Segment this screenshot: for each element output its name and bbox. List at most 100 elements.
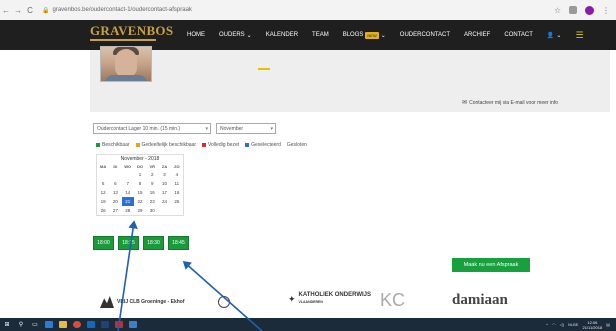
availability-legend: Beschikbaar Gedeeltelijk beschikbaar Vol… bbox=[96, 142, 307, 148]
task-view-icon[interactable]: ▭ bbox=[28, 318, 42, 331]
appointment-type-value: Oudercontact Lager 10 min. (15 min.) bbox=[97, 125, 181, 132]
legend-label: Volledig bezet bbox=[208, 142, 240, 148]
edge-icon[interactable] bbox=[42, 318, 56, 331]
user-menu[interactable]: 👤 ⌄ bbox=[540, 32, 569, 39]
calendar-day[interactable]: 20 bbox=[109, 197, 121, 206]
blue-square-icon bbox=[245, 143, 250, 147]
appointment-type-select[interactable]: Oudercontact Lager 10 min. (15 min.) ▾ bbox=[93, 123, 211, 134]
parish-logo[interactable] bbox=[218, 296, 230, 308]
nav-blogs-label: BLOGS bbox=[342, 32, 364, 38]
back-arrow-icon[interactable]: ← bbox=[0, 6, 12, 15]
calendar-day[interactable]: 26 bbox=[97, 206, 109, 215]
bookmark-star-icon[interactable]: ☆ bbox=[554, 6, 561, 15]
photoshop-icon[interactable] bbox=[98, 318, 112, 331]
calendar-day[interactable]: 28 bbox=[122, 206, 134, 215]
katholiek-onderwijs-logo[interactable]: ✦ KATHOLIEK ONDERWIJS VLAANDEREN bbox=[288, 292, 371, 306]
reload-icon[interactable]: C bbox=[24, 6, 36, 15]
time-slot-button[interactable]: 18:15 bbox=[118, 236, 139, 250]
calendar-day[interactable]: 4 bbox=[171, 170, 183, 179]
volume-icon[interactable]: ◁) bbox=[560, 322, 564, 327]
ko-mark-icon: ✦ bbox=[288, 293, 296, 304]
outlook-icon[interactable] bbox=[84, 318, 98, 331]
acrobat-icon[interactable] bbox=[112, 318, 126, 331]
nav-archief-label: ARCHIEF bbox=[464, 32, 491, 38]
calendar-day[interactable]: 1 bbox=[134, 170, 146, 179]
calendar-day[interactable]: 13 bbox=[109, 188, 121, 197]
calendar-day[interactable]: 24 bbox=[158, 197, 170, 206]
calendar-day[interactable]: 10 bbox=[158, 179, 170, 188]
orange-square-icon bbox=[135, 143, 140, 147]
chrome-icon[interactable] bbox=[70, 318, 84, 331]
hamburger-menu-icon[interactable]: ☰ bbox=[568, 30, 590, 41]
weekday-label: DO bbox=[136, 164, 143, 169]
nav-contact[interactable]: CONTACT bbox=[497, 32, 540, 38]
calendar-day[interactable]: 3 bbox=[158, 170, 170, 179]
calendar-week-row: 5 6 7 8 9 10 11 bbox=[97, 179, 183, 188]
calendar-day[interactable]: 6 bbox=[109, 179, 121, 188]
clb-logo[interactable]: VRIJ CLB Groeninge - Ekhof bbox=[100, 296, 185, 308]
calendar-day[interactable]: 17 bbox=[158, 188, 170, 197]
chevron-down-icon: ⌄ bbox=[380, 32, 386, 39]
nav-archief[interactable]: ARCHIEF bbox=[457, 32, 497, 38]
kc-logo[interactable]: KC bbox=[380, 290, 405, 311]
calendar-day[interactable]: 16 bbox=[146, 188, 158, 197]
calendar-day[interactable]: 8 bbox=[134, 179, 146, 188]
calendar-day[interactable]: 14 bbox=[122, 188, 134, 197]
calendar-day[interactable]: 5 bbox=[97, 179, 109, 188]
calendar-day[interactable]: 21 bbox=[121, 197, 134, 206]
contact-note-text: Contacteer mij via E-mail voor meer info bbox=[469, 99, 558, 106]
calendar-day[interactable]: 12 bbox=[97, 188, 109, 197]
calendar-day[interactable]: 27 bbox=[109, 206, 121, 215]
calendar-day[interactable]: 9 bbox=[146, 179, 158, 188]
month-select[interactable]: November ▾ bbox=[216, 123, 276, 134]
calendar-grid: 1 2 3 4 5 6 7 8 9 10 11 12 13 14 15 16 17 18 19 20 21 22 23 24 2… bbox=[97, 170, 183, 215]
contact-note[interactable]: ✉ Contacteer mij via E-mail voor meer in… bbox=[462, 99, 558, 107]
calendar-day[interactable]: 18 bbox=[171, 188, 183, 197]
nav-blogs[interactable]: BLOGS NEW ⌄ bbox=[336, 31, 393, 39]
explorer-icon[interactable] bbox=[56, 318, 70, 331]
search-icon[interactable]: ⚲ bbox=[14, 318, 28, 331]
nav-kalender[interactable]: KALENDER bbox=[259, 32, 305, 38]
calendar-day[interactable]: 7 bbox=[122, 179, 134, 188]
ko-title: KATHOLIEK ONDERWIJS bbox=[298, 292, 371, 298]
make-appointment-button[interactable]: Maak nu een Afspraak bbox=[452, 258, 530, 272]
address-bar[interactable]: 🔒 gravenbos.be/oudercontact-1/ouderconta… bbox=[42, 7, 554, 14]
site-logo[interactable]: GRAVENBOS bbox=[90, 24, 173, 41]
nav-home[interactable]: HOME bbox=[180, 32, 212, 38]
time-slot-button[interactable]: 18:00 bbox=[93, 236, 114, 250]
calendar-empty-cell bbox=[171, 206, 183, 215]
network-icon[interactable]: ◠ bbox=[552, 322, 556, 327]
language-indicator[interactable]: NLBE bbox=[568, 322, 578, 327]
nav-team-label: TEAM bbox=[312, 32, 329, 38]
calendar-day[interactable]: 25 bbox=[171, 197, 183, 206]
nav-oudercontact[interactable]: OUDERCONTACT bbox=[393, 32, 457, 38]
notifications-icon[interactable]: ▤ bbox=[606, 322, 610, 327]
calendar-day[interactable]: 22 bbox=[134, 197, 146, 206]
nav-ouders[interactable]: OUDERS ⌄ bbox=[212, 32, 259, 39]
extension-icon[interactable] bbox=[569, 6, 577, 14]
calendar-day[interactable]: 19 bbox=[97, 197, 109, 206]
time-slot-button[interactable]: 18:30 bbox=[143, 236, 164, 250]
app-icon[interactable] bbox=[126, 318, 140, 331]
site-header: GRAVENBOS HOME OUDERS ⌄ KALENDER TEAM BLO… bbox=[0, 20, 616, 50]
calendar-day[interactable]: 15 bbox=[134, 188, 146, 197]
calendar-week-row: 26 27 28 29 30 bbox=[97, 206, 183, 215]
legend-item: Gedeeltelijk beschikbaar bbox=[135, 142, 196, 148]
damiaan-logo[interactable]: damiaan bbox=[452, 292, 508, 309]
logo-underline bbox=[90, 39, 156, 41]
calendar-day[interactable]: 2 bbox=[146, 170, 158, 179]
browser-menu-icon[interactable]: ⋮ bbox=[602, 6, 610, 15]
p-circle-icon bbox=[218, 296, 230, 308]
clb-logo-text: VRIJ CLB Groeninge - Ekhof bbox=[117, 299, 185, 305]
forward-arrow-icon[interactable]: → bbox=[12, 6, 24, 15]
clock[interactable]: 12:06 21/11/2018 bbox=[582, 320, 602, 330]
time-slot-button[interactable]: 18:45 bbox=[168, 236, 189, 250]
calendar-day[interactable]: 23 bbox=[146, 197, 158, 206]
calendar-day[interactable]: 11 bbox=[171, 179, 183, 188]
calendar-day[interactable]: 29 bbox=[134, 206, 146, 215]
profile-avatar-icon[interactable] bbox=[585, 5, 594, 15]
tray-up-icon[interactable]: ^ bbox=[546, 322, 548, 327]
calendar-day[interactable]: 30 bbox=[146, 206, 158, 215]
nav-team[interactable]: TEAM bbox=[305, 32, 336, 38]
windows-start-icon[interactable]: ⊞ bbox=[0, 318, 14, 331]
